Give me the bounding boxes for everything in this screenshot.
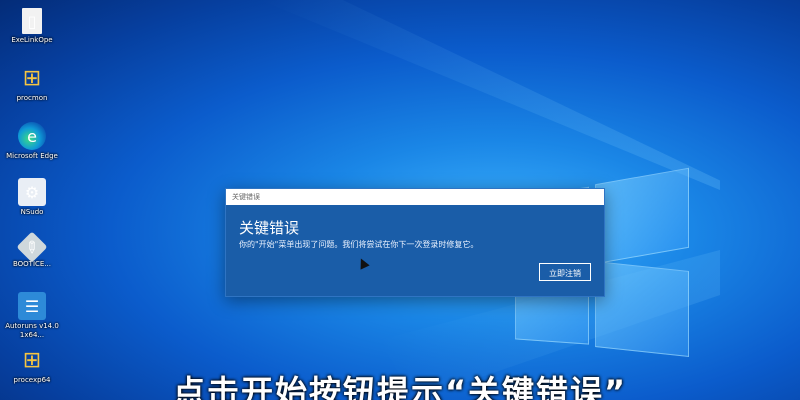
dialog-titlebar[interactable]: 关键错误 xyxy=(226,189,604,205)
light-beam xyxy=(260,0,720,190)
desktop-icon-label: ExeLinkOpe xyxy=(11,36,53,44)
desktop-icon-bootice[interactable]: ✎ BOOTICE... xyxy=(4,231,60,269)
desktop-icon-label: Microsoft Edge xyxy=(6,152,58,160)
desktop-icon-nsudo[interactable]: ⚙ NSudo xyxy=(4,178,60,217)
desktop-icon-label: Autoruns v14.01x64... xyxy=(5,322,59,339)
desktop-icon-exelinkope[interactable]: ▯ ExeLinkOpe xyxy=(4,8,60,45)
desktop-icon-procmon[interactable]: ⊞ procmon xyxy=(4,64,60,103)
windows-flag-icon: ⊞ xyxy=(22,65,42,91)
file-icon: ▯ xyxy=(22,8,42,34)
desktop-icon-label: procmon xyxy=(16,94,48,102)
video-subtitle: 点击开始按钮提示“关键错误” xyxy=(172,373,628,400)
autoruns-icon: ☰ xyxy=(18,292,46,320)
sign-out-now-button[interactable]: 立即注销 xyxy=(539,263,591,281)
critical-error-dialog: 关键错误 关键错误 你的"开始"菜单出现了问题。我们将尝试在你下一次登录时修复它… xyxy=(225,188,605,297)
dialog-message: 你的"开始"菜单出现了问题。我们将尝试在你下一次登录时修复它。 xyxy=(239,240,479,249)
gear-icon: ⚙ xyxy=(18,178,46,206)
windows-flag-icon: ⊞ xyxy=(22,347,42,373)
bootice-icon: ✎ xyxy=(16,231,48,263)
desktop-icon-edge[interactable]: e Microsoft Edge xyxy=(4,122,60,161)
windows-logo-pane xyxy=(595,261,689,357)
dialog-heading: 关键错误 xyxy=(239,219,300,237)
windows-logo-pane xyxy=(595,167,689,265)
edge-icon: e xyxy=(18,122,46,150)
desktop-icon-autoruns[interactable]: ☰ Autoruns v14.01x64... xyxy=(4,292,60,340)
desktop-icon-label: NSudo xyxy=(20,208,44,216)
